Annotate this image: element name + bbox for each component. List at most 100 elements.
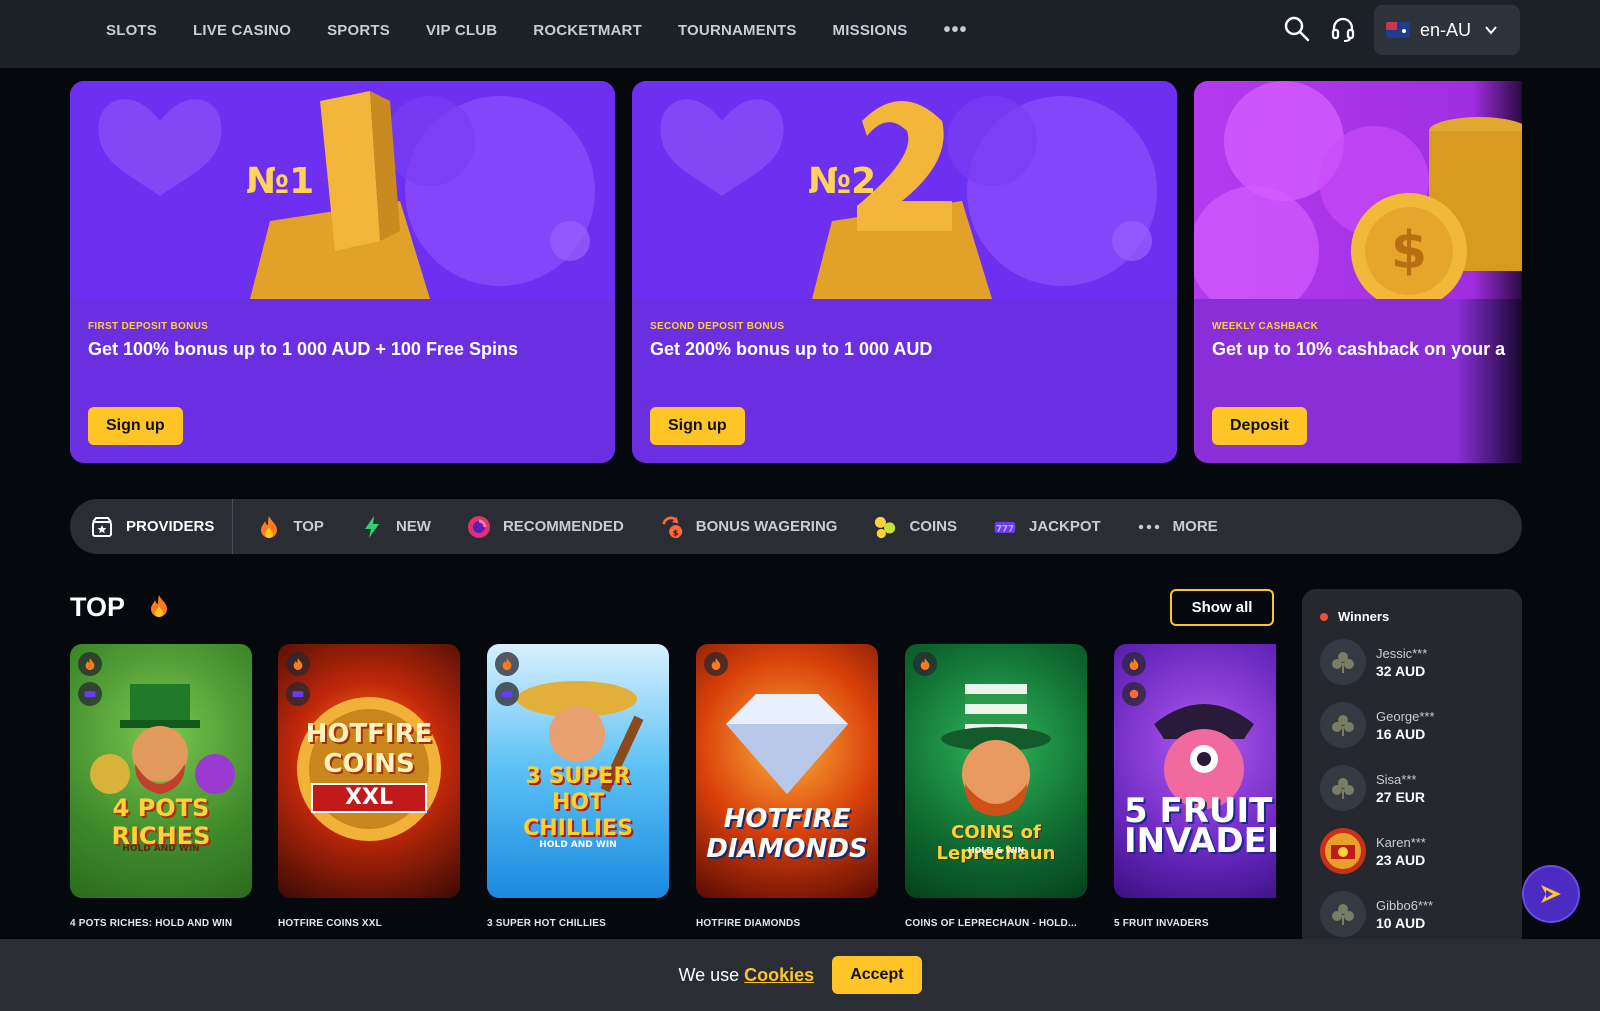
nav-live-casino[interactable]: LIVE CASINO — [193, 22, 291, 39]
game-art-subtitle: HOLD AND WIN — [122, 844, 200, 854]
games-carousel: 4 POTS RICHES HOLD AND WIN 4 POTS RICHES… — [70, 644, 1276, 934]
winner-item[interactable]: Sisa*** 27 EUR — [1320, 765, 1425, 811]
category-label: NEW — [395, 518, 431, 535]
game-art-title: 3 SUPER HOT CHILLIES — [523, 764, 633, 841]
game-name: HOTFIRE DIAMONDS — [696, 918, 801, 929]
winners-title: Winners — [1338, 609, 1390, 624]
accept-cookies-button[interactable]: Accept — [832, 956, 922, 994]
promo-card-first-deposit[interactable]: №1 FIRST DEPOSIT BONUS Get 100% bonus up… — [70, 81, 615, 463]
fire-icon — [151, 595, 168, 617]
winner-item[interactable]: George*** 16 AUD — [1320, 702, 1435, 748]
show-all-button[interactable]: Show all — [1170, 589, 1274, 626]
game-name: 5 FRUIT INVADERS — [1114, 918, 1209, 929]
jackpot-badge-icon — [286, 682, 310, 706]
svg-text:$: $ — [673, 527, 679, 537]
game-name: HOTFIRE COINS XXL — [278, 918, 382, 929]
winner-name: Jessic*** — [1376, 645, 1428, 661]
winner-item[interactable]: Karen*** 23 AUD — [1320, 828, 1426, 874]
nav-more-icon[interactable]: ••• — [944, 19, 968, 42]
game-art-title: HOTFIRE DIAMONDS — [706, 804, 868, 864]
winner-item[interactable]: Jessic*** 32 AUD — [1320, 639, 1427, 685]
search-icon[interactable] — [1282, 14, 1312, 44]
game-art-title: COINS of Leprechaun — [936, 822, 1056, 864]
game-art-title: 4 POTS RICHES — [111, 794, 211, 850]
category-recommended[interactable]: RECOMMENDED — [467, 515, 624, 539]
game-card[interactable]: 3 SUPER HOT CHILLIES HOLD AND WIN 3 SUPE… — [487, 644, 669, 929]
promo-art: №2 — [632, 81, 1177, 299]
fire-icon — [257, 515, 281, 539]
category-jackpot[interactable]: 777 JACKPOT — [993, 515, 1101, 539]
category-more[interactable]: MORE — [1137, 515, 1218, 539]
category-bonus-wagering[interactable]: $ BONUS WAGERING — [660, 515, 837, 539]
winner-name: Sisa*** — [1376, 771, 1417, 787]
winner-item[interactable]: Gibbo6*** 10 AUD — [1320, 891, 1433, 937]
clover-avatar-icon — [1320, 702, 1366, 748]
cookie-text: We use — [678, 964, 740, 985]
category-label: COINS — [909, 518, 957, 535]
game-thumbnail[interactable]: 5 FRUIT INVADERS — [1114, 644, 1276, 898]
cookies-link[interactable]: Cookies — [744, 965, 814, 986]
winner-name: George*** — [1376, 708, 1435, 724]
game-avatar-icon — [1320, 828, 1366, 874]
live-dot-icon — [1320, 612, 1328, 621]
winner-amount: 32 AUD — [1376, 662, 1426, 679]
game-name: COINS OF LEPRECHAUN - HOLD... — [905, 918, 1077, 929]
nav-tournaments[interactable]: TOURNAMENTS — [678, 22, 797, 39]
nav-sports[interactable]: SPORTS — [327, 22, 390, 39]
hot-badge-icon — [286, 652, 310, 676]
promo-art-label: $ — [1390, 221, 1428, 281]
nav-missions[interactable]: MISSIONS — [833, 22, 908, 39]
top-navigation: SLOTS LIVE CASINO SPORTS VIP CLUB ROCKET… — [0, 0, 1600, 68]
game-card[interactable]: 4 POTS RICHES HOLD AND WIN 4 POTS RICHES… — [70, 644, 252, 929]
promo-headline: Get 100% bonus up to 1 000 AUD + 100 Fre… — [88, 339, 518, 359]
cookie-banner: We use Cookies Accept — [0, 939, 1600, 1011]
nav-rocketmart[interactable]: ROCKETMART — [533, 22, 642, 39]
category-providers[interactable]: PROVIDERS — [70, 499, 234, 554]
winners-panel: Winners Jessic*** 32 AUD George*** 16 AUD … — [1302, 589, 1522, 949]
language-selector[interactable]: en-AU — [1374, 5, 1520, 55]
australia-flag-icon — [1386, 22, 1410, 38]
game-thumbnail[interactable]: HOTFIRE DIAMONDS — [696, 644, 878, 898]
sign-up-button[interactable]: Sign up — [88, 407, 183, 445]
category-bar: PROVIDERS TOP NEW RECOMMENDED $ BONUS WA… — [70, 499, 1522, 554]
game-thumbnail[interactable]: HOTFIRE COINS XXL — [278, 644, 460, 898]
nav-vip-club[interactable]: VIP CLUB — [426, 22, 497, 39]
promo-card-second-deposit[interactable]: №2 SECOND DEPOSIT BONUS Get 200% bonus u… — [632, 81, 1177, 463]
nav-slots[interactable]: SLOTS — [106, 22, 157, 39]
hot-badge-icon — [78, 652, 102, 676]
bonus-wagering-badge-icon — [1122, 682, 1146, 706]
game-card[interactable]: 5 FRUIT INVADERS 5 FRUIT INVADERS — [1114, 644, 1276, 929]
promo-headline: Get up to 10% cashback on your a — [1212, 339, 1506, 359]
jackpot-badge-icon — [495, 682, 519, 706]
promo-eyebrow: FIRST DEPOSIT BONUS — [88, 321, 209, 332]
game-card[interactable]: COINS of Leprechaun HOLD & WIN COINS OF … — [905, 644, 1087, 929]
game-card[interactable]: HOTFIRE DIAMONDS HOTFIRE DIAMONDS — [696, 644, 878, 929]
promo-card-weekly-cashback[interactable]: $ WEEKLY CASHBACK Get up to 10% cashback… — [1194, 81, 1522, 463]
category-top[interactable]: TOP — [257, 515, 324, 539]
hot-badge-icon — [1122, 652, 1146, 676]
game-art-subtitle: XXL — [345, 785, 393, 810]
section-title: TOP — [70, 592, 170, 623]
sign-up-button[interactable]: Sign up — [650, 407, 745, 445]
chevron-down-icon — [1485, 26, 1497, 35]
game-thumbnail[interactable]: 3 SUPER HOT CHILLIES HOLD AND WIN — [487, 644, 669, 898]
promo-art: №1 — [70, 81, 615, 299]
hot-badge-icon — [495, 652, 519, 676]
clover-avatar-icon — [1320, 639, 1366, 685]
rocket-launcher-button[interactable] — [1524, 867, 1578, 921]
providers-icon — [90, 515, 114, 539]
game-card[interactable]: HOTFIRE COINS XXL HOTFIRE COINS XXL — [278, 644, 460, 929]
section-title-text: TOP — [70, 592, 125, 622]
category-coins[interactable]: COINS — [873, 515, 957, 539]
game-thumbnail[interactable]: 4 POTS RICHES HOLD AND WIN — [70, 644, 252, 898]
main-menu: SLOTS LIVE CASINO SPORTS VIP CLUB ROCKET… — [106, 0, 968, 60]
game-thumbnail[interactable]: COINS of Leprechaun HOLD & WIN — [905, 644, 1087, 898]
promo-eyebrow: WEEKLY CASHBACK — [1212, 321, 1319, 332]
hot-badge-icon — [704, 652, 728, 676]
deposit-button[interactable]: Deposit — [1212, 407, 1307, 445]
category-label: RECOMMENDED — [502, 518, 624, 535]
category-new[interactable]: NEW — [360, 515, 431, 539]
support-headset-icon[interactable] — [1328, 14, 1358, 44]
promo-art-label: №1 — [245, 161, 315, 202]
promo-art-label: №2 — [807, 161, 877, 202]
